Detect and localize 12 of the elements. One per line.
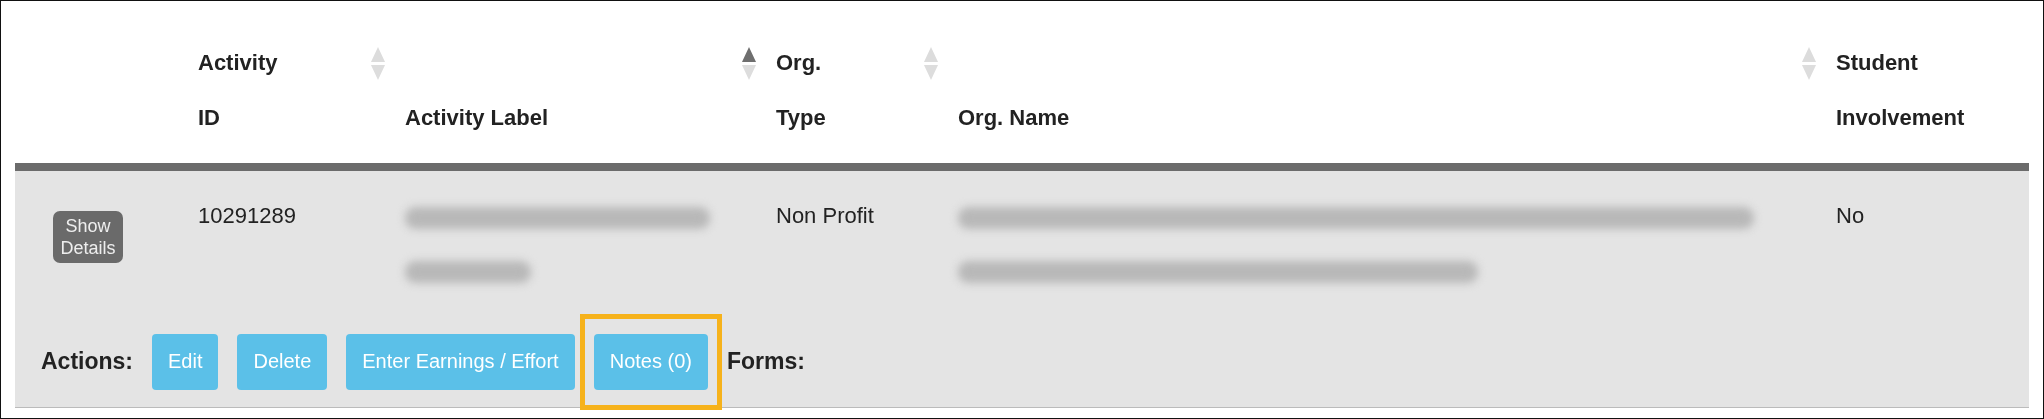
column-header[interactable]: Student Involvement [1836,35,1965,145]
actions-label: Actions: [41,348,133,375]
table-cell: Non Profit [776,203,874,228]
table-cell: 10291289 [198,203,296,228]
sort-icon[interactable] [742,47,756,81]
show-details-button[interactable]: Show Details [53,211,123,263]
column-header[interactable]: Org. Type [776,35,826,145]
column-header[interactable]: Org. Name [958,90,1070,145]
column-header[interactable]: Activity ID [198,35,278,145]
table-cell: No [1836,203,1865,228]
forms-label: Forms: [726,348,805,375]
column-header[interactable]: Activity Label [405,90,549,145]
